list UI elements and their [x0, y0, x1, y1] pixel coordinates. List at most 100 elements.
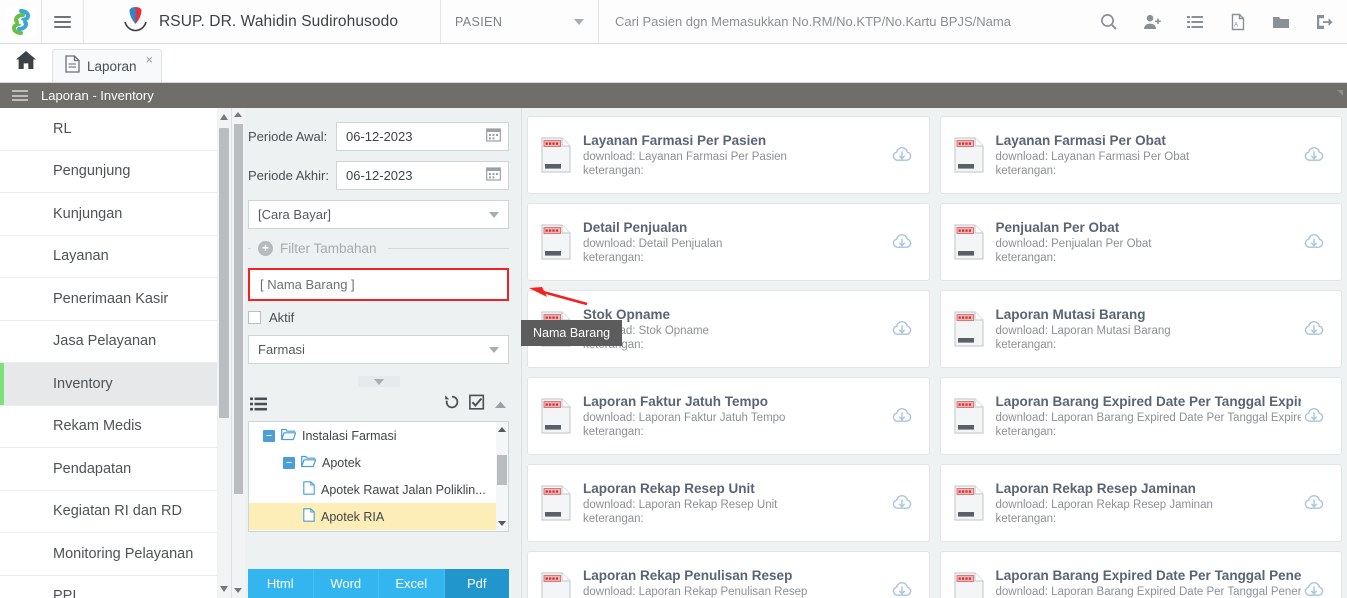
sidebar-item-layanan[interactable]: Layanan [0, 236, 231, 278]
tree-node[interactable]: Apotek IRD [249, 530, 508, 531]
nama-barang-field[interactable] [248, 268, 509, 301]
report-card[interactable]: Penjualan Per Obat download: Penjualan Pe… [939, 203, 1342, 281]
calendar-icon[interactable] [486, 127, 501, 147]
sidebar-item-inventory[interactable]: Inventory [0, 363, 231, 406]
list-icon[interactable] [1173, 0, 1216, 44]
search-input[interactable] [615, 14, 1087, 29]
scroll-up-icon[interactable] [220, 114, 228, 120]
export-button-excel[interactable]: Excel [379, 569, 445, 598]
pdf-file-icon[interactable]: A [1216, 0, 1259, 44]
sidebar-item-pengunjung[interactable]: Pengunjung [0, 151, 231, 193]
unit-select[interactable]: Farmasi [248, 335, 509, 364]
folder-icon[interactable] [1259, 0, 1302, 44]
select-all-icon[interactable] [469, 394, 485, 415]
cloud-download-icon[interactable] [1301, 492, 1327, 514]
scrollbar-thumb[interactable] [497, 455, 507, 485]
unit-tree[interactable]: − Instalasi Farmasi − Apotek Apotek Rawat Ja… [248, 421, 509, 532]
cloud-download-icon[interactable] [1301, 318, 1327, 340]
panel-corner-icon[interactable] [1337, 90, 1343, 96]
filter-tambahan-header[interactable]: + Filter Tambahan [248, 241, 509, 256]
nama-barang-input[interactable] [260, 277, 497, 292]
sidebar-item-rl[interactable]: RL [0, 108, 231, 151]
sidebar-item-penerimaan-kasir[interactable]: Penerimaan Kasir [0, 278, 231, 321]
cara-bayar-select[interactable]: [Cara Bayar] [248, 200, 509, 229]
sidebar-item-kegiatan-ri-dan-rd[interactable]: Kegiatan RI dan RD [0, 491, 231, 533]
tree-node[interactable]: Apotek Rawat Jalan Poliklin... [249, 476, 508, 503]
tree-list-icon[interactable] [250, 397, 267, 412]
export-button-html[interactable]: Html [248, 569, 314, 598]
search-icon[interactable] [1087, 0, 1130, 44]
periode-akhir-input[interactable]: 06-12-2023 [336, 161, 509, 190]
scroll-down-icon[interactable] [234, 588, 242, 593]
sidebar-item-monitoring-pelayanan[interactable]: Monitoring Pelayanan [0, 533, 231, 576]
report-card[interactable]: Laporan Mutasi Barang download: Laporan M… [939, 290, 1342, 368]
tree-scrollbar[interactable] [496, 422, 508, 531]
tree-node[interactable]: Apotek RIA [249, 503, 508, 530]
tree-node[interactable]: − Apotek [249, 449, 508, 476]
sidebar-item-ppi[interactable]: PPI [0, 576, 231, 598]
filter-scrollbar[interactable] [232, 108, 245, 598]
cloud-download-icon[interactable] [889, 405, 915, 427]
cloud-download-icon[interactable] [889, 492, 915, 514]
cloud-download-icon[interactable] [1301, 405, 1327, 427]
scrollbar-thumb[interactable] [234, 124, 243, 494]
cloud-download-icon[interactable] [1301, 144, 1327, 166]
report-card[interactable]: Layanan Farmasi Per Obat download: Layana… [939, 116, 1342, 194]
scroll-up-icon[interactable] [234, 112, 242, 117]
hamburger-icon[interactable] [12, 88, 28, 104]
aktif-checkbox-row[interactable]: Aktif [248, 310, 509, 325]
tree-toggle-icon[interactable]: − [283, 456, 295, 469]
tree-node[interactable]: − Instalasi Farmasi [249, 422, 508, 449]
cloud-download-icon[interactable] [889, 144, 915, 166]
scroll-up-icon[interactable] [498, 427, 506, 432]
calendar-icon[interactable] [486, 166, 501, 186]
page-body: RL Pengunjung Kunjungan Layanan Penerimaan K… [0, 108, 1347, 598]
expand-more-button[interactable] [357, 376, 400, 387]
aktif-checkbox[interactable] [248, 311, 261, 324]
scrollbar-thumb[interactable] [219, 128, 229, 418]
report-card[interactable]: Laporan Rekap Penulisan Resep download: L… [527, 551, 930, 598]
logout-icon[interactable] [1302, 0, 1345, 44]
scroll-down-icon[interactable] [498, 521, 506, 526]
plus-icon[interactable]: + [258, 241, 273, 256]
sidebar-item-jasa-pelayanan[interactable]: Jasa Pelayanan [0, 321, 231, 363]
cloud-download-icon[interactable] [889, 579, 915, 598]
cloud-download-icon[interactable] [1301, 231, 1327, 253]
cloud-download-icon[interactable] [889, 231, 915, 253]
patient-selector-dropdown[interactable]: PASIEN [441, 0, 599, 43]
report-card[interactable]: Layanan Farmasi Per Pasien download: Laya… [527, 116, 930, 194]
cloud-download-icon[interactable] [889, 318, 915, 340]
export-button-pdf[interactable]: Pdf [444, 569, 509, 598]
reset-icon[interactable] [444, 394, 460, 415]
report-card[interactable]: Laporan Faktur Jatuh Tempo download: Lapo… [527, 377, 930, 455]
report-card[interactable]: Laporan Barang Expired Date Per Tanggal … [939, 377, 1342, 455]
collapse-icon[interactable] [494, 396, 507, 414]
cloud-download-icon[interactable] [1301, 579, 1327, 598]
home-button[interactable] [0, 43, 52, 82]
sidebar-item-label: Layanan [53, 248, 109, 265]
menu-toggle-button[interactable] [42, 0, 84, 43]
export-button-word[interactable]: Word [313, 569, 379, 598]
report-card[interactable]: Detail Penjualan download: Detail Penjual… [527, 203, 930, 281]
report-title: Layanan Farmasi Per Pasien [583, 133, 767, 148]
scroll-down-icon[interactable] [220, 586, 228, 592]
report-title: Laporan Barang Expired Date Per Tanggal … [995, 568, 1302, 583]
sidebar-item-pendapatan[interactable]: Pendapatan [0, 448, 231, 491]
periode-awal-input[interactable]: 06-12-2023 [336, 122, 509, 151]
app-logo[interactable] [0, 0, 42, 43]
tree-toggle-icon[interactable]: − [263, 429, 275, 442]
close-icon[interactable]: × [146, 52, 154, 67]
expand-more-row[interactable] [248, 376, 509, 387]
sidebar-item-rekam-medis[interactable]: Rekam Medis [0, 406, 231, 448]
report-title: Laporan Barang Expired Date Per Tanggal … [995, 394, 1302, 409]
sidebar-item-kunjungan[interactable]: Kunjungan [0, 193, 231, 236]
tab-laporan[interactable]: Laporan × [52, 49, 163, 82]
report-card[interactable]: Laporan Rekap Resep Jaminan download: Lap… [939, 464, 1342, 542]
aktif-label: Aktif [269, 310, 295, 325]
report-card[interactable]: Laporan Rekap Resep Unit download: Lapora… [527, 464, 930, 542]
divider-line [387, 248, 509, 249]
sidebar-scrollbar[interactable] [217, 108, 231, 598]
patient-search[interactable] [599, 0, 1087, 43]
report-card[interactable]: Laporan Barang Expired Date Per Tanggal … [939, 551, 1342, 598]
add-user-icon[interactable] [1130, 0, 1173, 44]
